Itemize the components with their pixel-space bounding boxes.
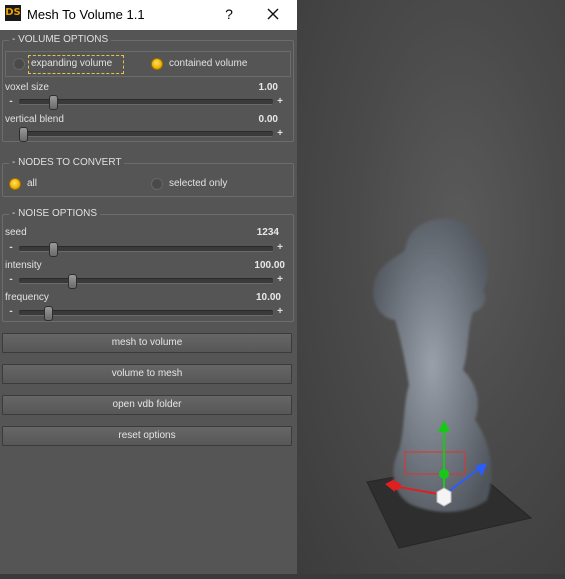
volume-smoke (373, 218, 492, 512)
open-vdb-folder-button[interactable]: open vdb folder (2, 395, 292, 415)
radio-unchecked-icon (151, 178, 163, 190)
frequency-slider[interactable] (19, 306, 273, 321)
slider-handle[interactable] (68, 274, 78, 289)
title-bar[interactable]: DS Mesh To Volume 1.1 ? (0, 0, 297, 30)
radio-label: contained volume (169, 58, 248, 69)
radio-label: selected only (169, 178, 228, 189)
close-icon (267, 8, 279, 20)
voxel-size-slider[interactable] (19, 95, 273, 110)
intensity-increment-button[interactable]: + (276, 275, 284, 285)
volume-options-group: - VOLUME OPTIONS expanding volume contai… (2, 34, 294, 142)
mesh-to-volume-button[interactable]: mesh to volume (2, 333, 292, 353)
intensity-label: intensity (5, 260, 42, 271)
vertical-blend-value: 0.00 (258, 114, 278, 125)
voxel-size-value: 1.00 (258, 82, 278, 93)
volume-options-legend: - VOLUME OPTIONS (9, 34, 112, 45)
seed-value: 1234 (256, 227, 279, 238)
vertical-blend-label: vertical blend (5, 114, 64, 125)
frequency-label: frequency (5, 292, 49, 303)
viewport[interactable] (297, 0, 565, 574)
nodes-to-convert-legend: - NODES TO CONVERT (9, 157, 125, 168)
radio-label: all (27, 178, 38, 189)
nodes-to-convert-group: - NODES TO CONVERT all selected only (2, 157, 294, 197)
radio-checked-icon (151, 58, 163, 70)
viewport-scene (366, 218, 533, 549)
seed-label: seed (5, 227, 27, 238)
frequency-decrement-button[interactable]: - (7, 307, 15, 317)
voxel-size-decrement-button[interactable]: - (7, 97, 15, 107)
close-button[interactable] (262, 4, 284, 24)
help-button[interactable]: ? (218, 4, 240, 24)
frequency-increment-button[interactable]: + (276, 307, 284, 317)
voxel-size-label: voxel size (5, 82, 49, 93)
voxel-size-increment-button[interactable]: + (276, 97, 284, 107)
radio-checked-icon (9, 178, 21, 190)
noise-options-legend: - NOISE OPTIONS (9, 208, 101, 219)
slider-handle[interactable] (19, 127, 28, 142)
intensity-decrement-button[interactable]: - (7, 275, 15, 285)
window-title: Mesh To Volume 1.1 (27, 7, 145, 22)
seed-increment-button[interactable]: + (276, 243, 284, 253)
radio-unchecked-icon (13, 58, 25, 70)
reset-options-button[interactable]: reset options (2, 426, 292, 446)
vertical-blend-increment-button[interactable]: + (276, 129, 284, 139)
frequency-value: 10.00 (255, 292, 281, 303)
daz-studio-logo-icon: DS (5, 5, 21, 21)
intensity-value: 100.00 (254, 260, 285, 271)
seed-slider[interactable] (19, 242, 273, 257)
vertical-blend-slider[interactable] (19, 127, 273, 142)
slider-handle[interactable] (43, 306, 53, 321)
slider-handle[interactable] (48, 242, 58, 257)
noise-options-group: - NOISE OPTIONS seed 1234 - + intensity … (2, 208, 294, 322)
radio-label: expanding volume (31, 58, 113, 69)
intensity-slider[interactable] (19, 274, 273, 289)
seed-decrement-button[interactable]: - (7, 243, 15, 253)
volume-to-mesh-button[interactable]: volume to mesh (2, 364, 292, 384)
slider-handle[interactable] (48, 95, 58, 110)
mesh-to-volume-dialog: DS Mesh To Volume 1.1 ? - VOLUME OPTIONS… (0, 0, 297, 574)
